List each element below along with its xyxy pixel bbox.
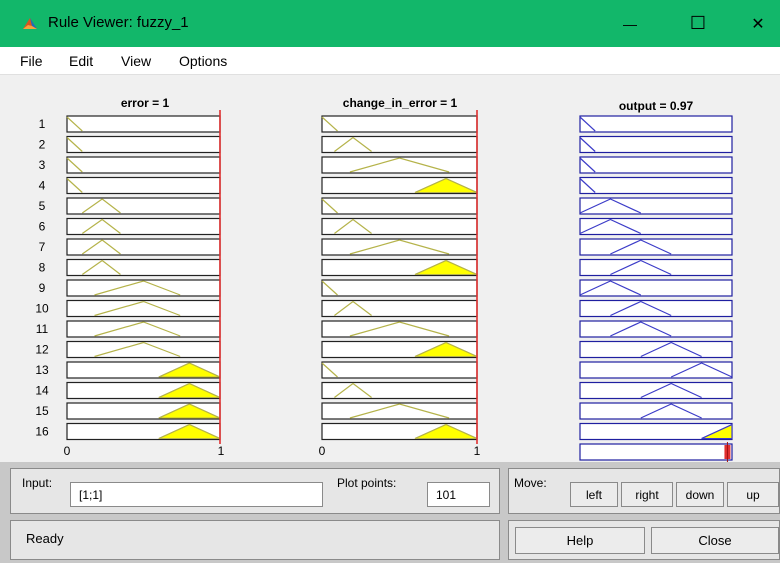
output-rule-box xyxy=(579,361,733,379)
change-in-error-rule-box xyxy=(321,299,478,318)
error-rule-box xyxy=(66,238,221,256)
error-rule-box xyxy=(66,135,221,154)
change-in-error-rule-box xyxy=(321,197,478,215)
move-panel: Move: left right down up xyxy=(508,468,780,514)
change-in-error-rule-box xyxy=(321,135,478,154)
error-axis-min: 0 xyxy=(64,444,71,458)
output-rule-box xyxy=(579,217,733,236)
window-title: Rule Viewer: fuzzy_1 xyxy=(48,14,189,31)
error-rule-box xyxy=(66,156,221,174)
error-rule-box xyxy=(66,176,221,195)
change-in-error-axis-max: 1 xyxy=(474,444,481,458)
status-text: Ready xyxy=(26,531,64,546)
aggregated-output-box xyxy=(579,443,733,461)
rule-number-label: 2 xyxy=(39,138,46,152)
rule-number-label: 9 xyxy=(39,281,46,295)
move-down-button[interactable]: down xyxy=(676,482,724,507)
error-rule-box xyxy=(66,115,221,133)
rule-number-label: 14 xyxy=(35,384,49,398)
rule-number-label: 13 xyxy=(35,363,49,377)
change-in-error-rule-box xyxy=(321,320,478,338)
output-rule-box xyxy=(579,176,733,195)
change-in-error-rule-box xyxy=(321,279,478,297)
change-in-error-rule-box xyxy=(321,402,478,420)
error-rule-box xyxy=(66,217,221,236)
menu-options[interactable]: Options xyxy=(179,53,227,69)
error-rule-box xyxy=(66,258,221,277)
rule-number-label: 15 xyxy=(35,404,49,418)
input-label: Input: xyxy=(22,476,53,490)
change-in-error-rule-box xyxy=(321,361,478,379)
rule-number-label: 10 xyxy=(35,302,49,316)
rule-plot-area: error = 1 change_in_error = 1 output = 0… xyxy=(0,76,780,462)
output-rule-box xyxy=(579,156,733,174)
menu-bar: File Edit View Options xyxy=(0,47,780,75)
rule-plot: error = 1 change_in_error = 1 output = 0… xyxy=(35,96,733,462)
rule-number-label: 8 xyxy=(39,261,46,275)
move-up-button[interactable]: up xyxy=(727,482,779,507)
move-left-button[interactable]: left xyxy=(570,482,618,507)
plot-points-field[interactable]: 101 xyxy=(427,482,490,507)
help-button[interactable]: Help xyxy=(515,527,645,554)
status-panel: Ready xyxy=(10,520,500,560)
rule-number-label: 12 xyxy=(35,343,49,357)
menu-view[interactable]: View xyxy=(121,53,151,69)
move-right-button[interactable]: right xyxy=(621,482,673,507)
error-rule-box xyxy=(66,279,221,297)
rule-number-label: 4 xyxy=(39,179,46,193)
rule-number-label: 1 xyxy=(39,117,46,131)
maximize-icon: ☐ xyxy=(689,13,707,33)
rule-number-label: 6 xyxy=(39,220,46,234)
change-in-error-rule-box xyxy=(321,115,478,133)
rule-number-label: 3 xyxy=(39,158,46,172)
change-in-error-rule-box xyxy=(321,238,478,256)
error-rule-box xyxy=(66,197,221,215)
input-field[interactable]: [1;1] xyxy=(70,482,323,507)
close-window-button[interactable]: ✕ xyxy=(728,0,780,47)
output-rule-box xyxy=(579,279,733,297)
change-in-error-rule-box xyxy=(321,156,478,174)
output-rule-box xyxy=(579,115,733,133)
rule-viewer-window: Rule Viewer: fuzzy_1 — ☐ ✕ File Edit Vie… xyxy=(0,0,780,563)
error-rule-box xyxy=(66,320,221,338)
rule-number-label: 5 xyxy=(39,199,46,213)
menu-file[interactable]: File xyxy=(20,53,43,69)
error-column-header: error = 1 xyxy=(121,96,170,110)
input-panel: Input: [1;1] Plot points: 101 xyxy=(10,468,500,514)
close-icon: ✕ xyxy=(751,15,765,33)
output-rule-box xyxy=(579,135,733,154)
action-panel: Help Close xyxy=(508,520,780,560)
close-button[interactable]: Close xyxy=(651,527,779,554)
output-rule-box xyxy=(579,197,733,215)
matlab-logo-icon xyxy=(23,18,37,29)
title-bar: Rule Viewer: fuzzy_1 — ☐ ✕ xyxy=(0,0,780,47)
minimize-icon: — xyxy=(623,15,637,32)
minimize-button[interactable]: — xyxy=(600,0,660,47)
control-area: Input: [1;1] Plot points: 101 Move: left… xyxy=(0,462,780,563)
error-rule-box xyxy=(66,299,221,318)
change-in-error-column-header: change_in_error = 1 xyxy=(343,96,458,110)
plot-points-label: Plot points: xyxy=(337,476,397,490)
rule-number-label: 7 xyxy=(39,240,46,254)
maximize-button[interactable]: ☐ xyxy=(668,0,728,47)
change-in-error-rule-box xyxy=(321,381,478,400)
error-rule-box xyxy=(66,340,221,359)
output-column-header: output = 0.97 xyxy=(619,99,694,113)
rule-number-label: 16 xyxy=(35,425,49,439)
error-axis-max: 1 xyxy=(218,444,225,458)
change-in-error-axis-min: 0 xyxy=(319,444,326,458)
menu-edit[interactable]: Edit xyxy=(69,53,93,69)
move-label: Move: xyxy=(514,476,547,490)
change-in-error-rule-box xyxy=(321,217,478,236)
rule-number-label: 11 xyxy=(36,322,49,336)
